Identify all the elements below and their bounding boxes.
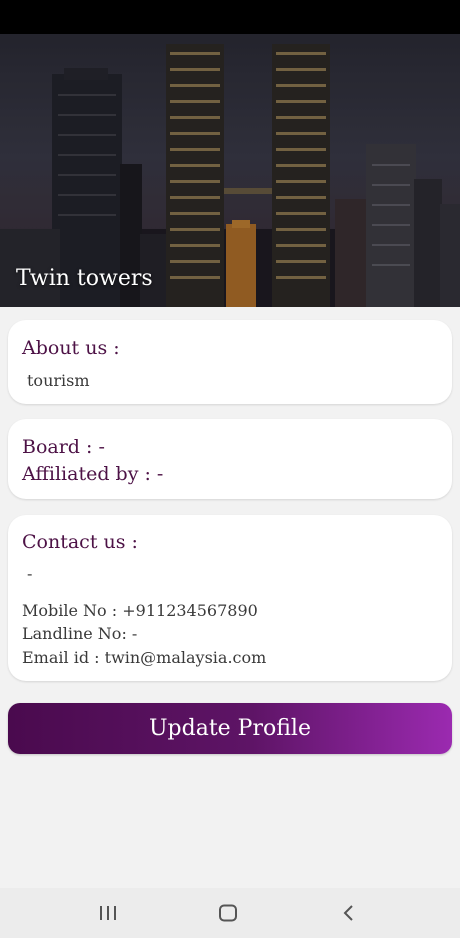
- hero-title: Twin towers: [16, 266, 153, 291]
- hero-banner: Twin towers: [0, 34, 460, 307]
- contact-heading: Contact us :: [22, 531, 138, 553]
- contact-card: Contact us : - Mobile No : +911234567890…: [8, 515, 452, 681]
- contact-mobile: Mobile No : +911234567890: [22, 601, 258, 620]
- contact-landline: Landline No: -: [22, 624, 138, 643]
- about-card: About us : tourism: [8, 320, 452, 404]
- system-nav-bar: [0, 888, 460, 938]
- affiliated-label: Affiliated by : -: [22, 463, 164, 485]
- board-label: Board : -: [22, 436, 105, 458]
- board-card: Board : - Affiliated by : -: [8, 419, 452, 499]
- contact-email: Email id : twin@malaysia.com: [22, 648, 267, 667]
- update-profile-button[interactable]: Update Profile: [8, 703, 452, 754]
- recents-icon[interactable]: [95, 900, 121, 926]
- about-heading: About us :: [22, 337, 120, 359]
- status-bar: [0, 0, 460, 34]
- home-icon[interactable]: [215, 900, 241, 926]
- back-icon[interactable]: [336, 900, 362, 926]
- about-text: tourism: [27, 371, 90, 390]
- contact-address: -: [27, 564, 33, 583]
